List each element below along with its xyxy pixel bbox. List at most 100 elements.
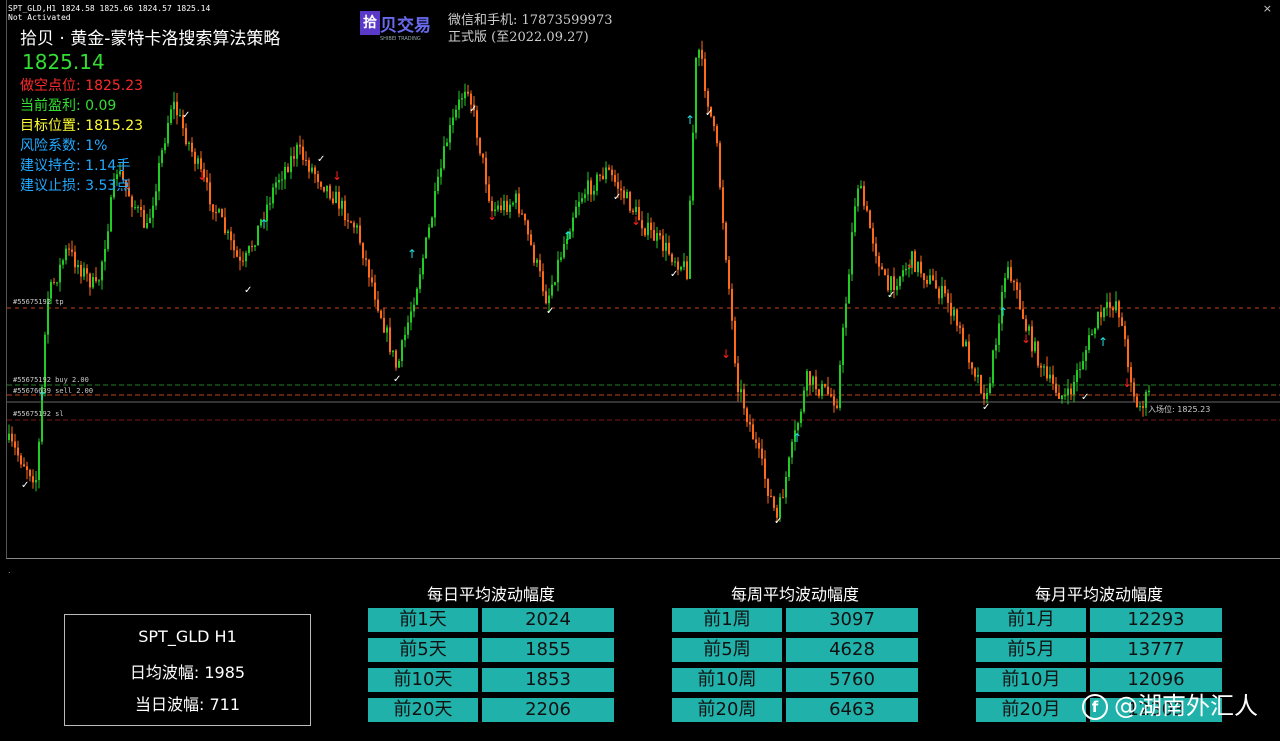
candle-body	[1013, 280, 1015, 283]
table-cell-value: 2024	[482, 608, 614, 632]
candle-body	[482, 153, 484, 158]
candle-body	[953, 309, 955, 316]
candle-body	[1100, 311, 1102, 318]
candle-body	[695, 57, 697, 133]
candle-body	[701, 49, 703, 59]
candle-body	[104, 248, 106, 262]
candle-body	[1067, 388, 1069, 396]
candle-body	[662, 235, 664, 251]
candle-body	[410, 311, 412, 323]
brand-logo: 拾 贝交易 SHIBEI TRADING	[360, 10, 432, 42]
candle-body	[512, 202, 514, 205]
buy-line-label[interactable]: #55675192 buy 2.00	[13, 376, 89, 384]
candle-body	[287, 166, 289, 173]
candle-body	[1052, 374, 1054, 384]
candle-body	[761, 448, 763, 459]
candle-body	[929, 275, 931, 284]
candle-body	[431, 217, 433, 228]
sl-line-label[interactable]: #55675192 sl	[13, 410, 64, 418]
candle-body	[131, 196, 133, 208]
candle-body	[884, 269, 886, 276]
trading-terminal: ↑ ↑ ↑ ↑ ↑ ↑ ↑ ↑ ↓ ↓ ↓ ↓ ↓ ↓ ↓ ↓ ✓ ✓ ✓ ✓ ✓ ✓ ✓ ✓ ✓ ✓ ✓ ✓ ✓ ✓ SPT_GLD,H…	[0, 0, 1280, 741]
candle-body	[869, 210, 871, 229]
candle-body	[134, 207, 136, 209]
candle-body	[725, 222, 727, 261]
candle-body	[926, 279, 928, 284]
candle-body	[515, 193, 517, 203]
exit-check-icon: ✓	[546, 306, 554, 317]
close-icon[interactable]: ×	[1263, 2, 1272, 15]
sell-line-label[interactable]: #55676639 sell 2.00	[13, 387, 93, 395]
candle-body	[527, 220, 529, 235]
candle-body	[347, 220, 349, 222]
daily-table-title: 每日平均波动幅度	[426, 585, 555, 604]
exit-check-icon: ✓	[670, 269, 678, 280]
candle-body	[272, 187, 274, 204]
exit-check-icon: ✓	[982, 402, 990, 413]
candle-body	[860, 185, 862, 189]
candle-body	[716, 126, 718, 144]
candle-body	[593, 190, 595, 195]
candle-body	[1109, 302, 1111, 308]
buy-arrow-icon: ↑	[259, 217, 269, 231]
summary-box: SPT_GLD H1 日均波幅: 1985 当日波幅: 711	[64, 614, 311, 726]
table-cell-label: 前5天	[368, 638, 478, 662]
candle-body	[755, 439, 757, 443]
candle-body	[1034, 341, 1036, 352]
candle-body	[239, 256, 241, 261]
candle-body	[614, 175, 616, 183]
candlestick-canvas[interactable]: ↑↑↑↑↑↑↑↑↓ ↓↓ ↓↓↓↓↓✓✓✓✓✓✓✓✓✓✓✓✓✓✓	[7, 0, 1280, 558]
table-cell-label: 前20月	[976, 698, 1086, 722]
candle-body	[83, 268, 85, 277]
candle-body	[1061, 395, 1063, 400]
candle-body	[773, 496, 775, 508]
candle-body	[278, 179, 280, 183]
candle-body	[353, 222, 355, 228]
candle-body	[281, 179, 283, 181]
candle-body	[212, 204, 214, 212]
info-label: 当前盈利:	[20, 98, 86, 114]
candle-body	[899, 276, 901, 287]
candle-body	[53, 282, 55, 284]
price-chart[interactable]: ↑ ↑ ↑ ↑ ↑ ↑ ↑ ↑ ↓ ↓ ↓ ↓ ↓ ↓ ↓ ↓ ✓ ✓ ✓ ✓ ✓ ✓ ✓ ✓ ✓ ✓ ✓ ✓ ✓ ✓	[6, 0, 1280, 559]
candle-body	[551, 284, 553, 296]
candle-body	[437, 176, 439, 192]
candle-body	[818, 389, 820, 396]
candle-body	[782, 497, 784, 499]
candle-body	[80, 264, 82, 277]
candle-body	[56, 282, 58, 284]
candle-body	[629, 191, 631, 211]
sell-arrow-icon: ↓	[631, 214, 641, 228]
sell-arrow-icon: ↓	[1021, 332, 1031, 346]
exit-check-icon: ✓	[182, 110, 190, 121]
table-cell-value: 12293	[1090, 608, 1222, 632]
candle-body	[269, 203, 271, 205]
candle-body	[1043, 366, 1045, 368]
candle-body	[488, 184, 490, 201]
candle-body	[968, 341, 970, 363]
logo-mark: 拾	[360, 11, 380, 35]
short-entry-info: 做空点位: 1825.23	[20, 75, 143, 95]
candle-body	[38, 441, 40, 481]
candle-body	[350, 221, 352, 223]
candle-body	[50, 282, 52, 299]
candle-body	[1082, 360, 1084, 370]
candle-body	[920, 261, 922, 274]
risk-info: 风险系数: 1%	[20, 135, 107, 155]
info-label: 建议持仓:	[20, 158, 86, 174]
contact-info: 微信和手机: 17873599973 正式版 (至2022.09.27)	[448, 12, 613, 46]
candle-body	[686, 261, 688, 279]
logo-name: 贝交易	[380, 16, 431, 36]
candle-body	[308, 160, 310, 172]
candle-body	[854, 206, 856, 233]
candle-body	[389, 327, 391, 353]
candle-body	[215, 211, 217, 213]
table-cell-label: 前1天	[368, 608, 478, 632]
buy-arrow-icon: ↑	[407, 247, 417, 261]
table-cell-value: 6463	[786, 698, 918, 722]
sell-arrow-icon: ↓	[332, 169, 342, 183]
candle-body	[209, 182, 211, 205]
candle-body	[836, 405, 838, 408]
version-line: 正式版 (至2022.09.27)	[448, 30, 589, 45]
tp-line-label[interactable]: #55675192 tp	[13, 298, 64, 306]
